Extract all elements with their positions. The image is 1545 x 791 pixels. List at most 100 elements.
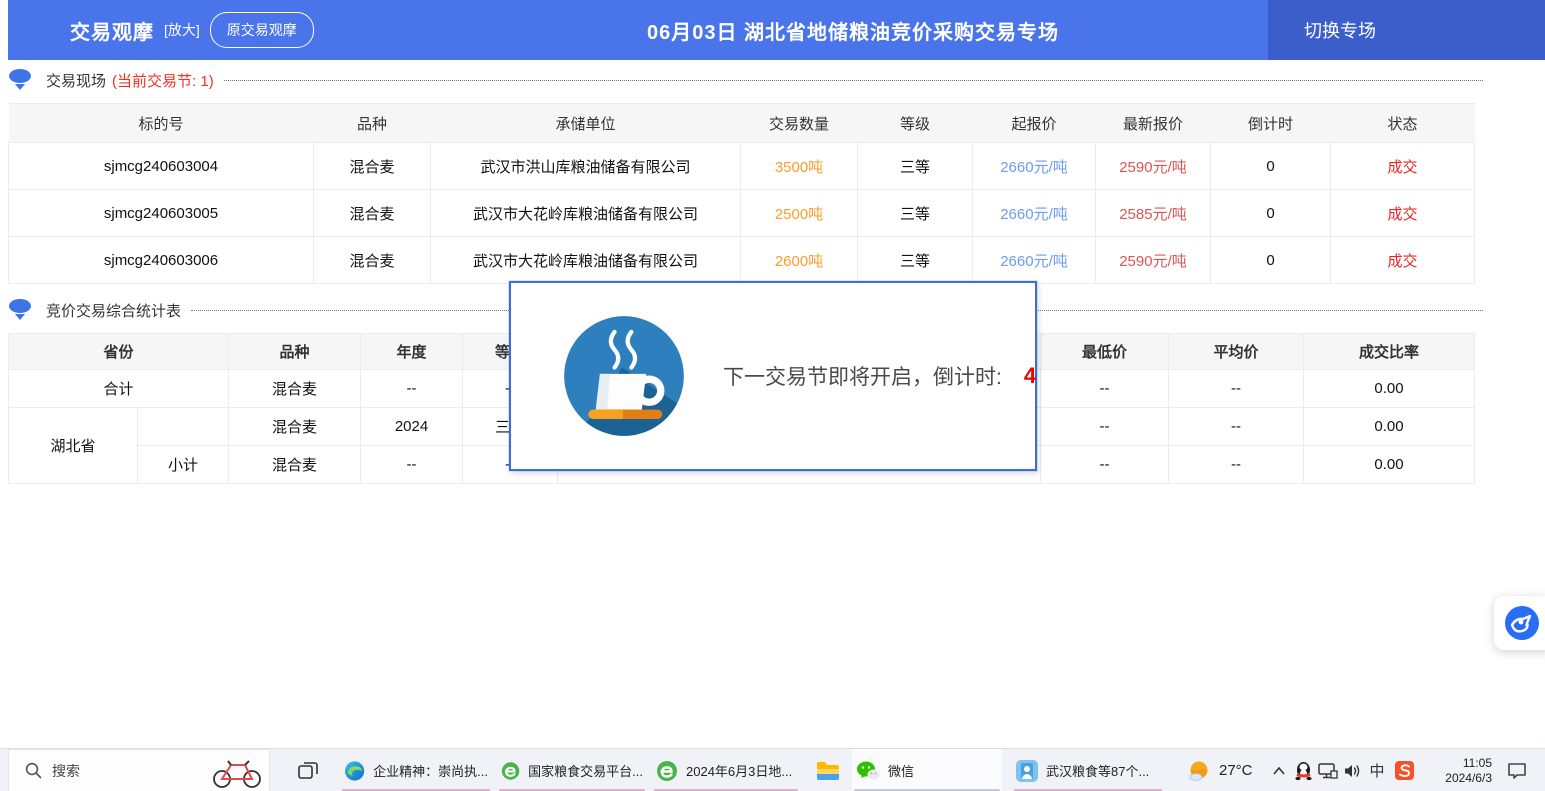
col-variety: 品种: [229, 334, 361, 370]
next-session-modal: 下一交易节即将开启，倒计时: 4: [509, 281, 1037, 471]
province-total: 合计: [9, 370, 229, 408]
tray-qq-icon[interactable]: [1292, 749, 1314, 791]
taskbar-item-edge[interactable]: 企业精神：崇尚执...: [340, 749, 492, 791]
table-row: sjmcg240603006 混合麦 武汉市大花岭库粮油储备有限公司 2600吨…: [9, 237, 1475, 284]
col-latest-price: 最新报价: [1096, 104, 1211, 143]
search-highlight-bicycle-icon[interactable]: [211, 755, 263, 789]
app-header: 交易观摩 [放大] 原交易观摩 06月03日 湖北省地储粮油竞价采购交易专场 切…: [8, 0, 1545, 60]
latest-price: 2590元/吨: [1096, 143, 1211, 190]
deal-ratio: 0.00: [1304, 370, 1475, 408]
col-depot: 承储单位: [431, 104, 741, 143]
countdown: 0: [1211, 143, 1331, 190]
tray-chevron-up-icon[interactable]: [1268, 749, 1290, 791]
grade: 三等: [858, 237, 973, 284]
search-icon: [25, 762, 42, 779]
province-subtotal: 小计: [138, 446, 229, 484]
col-min-price: 最低价: [1041, 334, 1169, 370]
header-left: 交易观摩 [放大] 原交易观摩: [8, 12, 438, 48]
taskbar-search-box[interactable]: 搜索: [8, 749, 270, 791]
live-section-title: 交易现场: [46, 70, 106, 91]
lot-id: sjmcg240603006: [9, 237, 314, 284]
col-countdown: 倒计时: [1211, 104, 1331, 143]
grade: 三等: [858, 143, 973, 190]
province-sub: [138, 408, 229, 446]
table-row: sjmcg240603004 混合麦 武汉市洪山库粮油储备有限公司 3500吨 …: [9, 143, 1475, 190]
switch-session-button[interactable]: 切换专场: [1268, 0, 1545, 60]
live-trading-table: 标的号 品种 承储单位 交易数量 等级 起报价 最新报价 倒计时 状态 sjmc…: [8, 103, 1475, 284]
notification-center-icon[interactable]: [1502, 749, 1532, 791]
year: 2024: [361, 408, 463, 446]
grade: 三等: [858, 190, 973, 237]
col-lot-id: 标的号: [9, 104, 314, 143]
original-view-button[interactable]: 原交易观摩: [210, 12, 314, 48]
clock-time: 11:05: [1420, 756, 1492, 771]
tray-volume-icon[interactable]: [1341, 749, 1365, 791]
col-status: 状态: [1331, 104, 1475, 143]
start-price: 2660元/吨: [973, 237, 1096, 284]
search-input[interactable]: 搜索: [52, 761, 80, 781]
taskbar-clock[interactable]: 11:05 2024/6/3: [1420, 749, 1492, 791]
taskbar: 搜索 企业精神：崇尚执...: [0, 748, 1545, 791]
taskbar-item-wuhan-grain[interactable]: 武汉粮食等87个...: [1012, 749, 1164, 791]
wechat-icon: [856, 760, 880, 782]
modal-countdown-value: 4: [1024, 363, 1036, 389]
start-price: 2660元/吨: [973, 190, 1096, 237]
360-browser-icon: [656, 760, 678, 782]
tray-sogou-icon[interactable]: [1392, 749, 1416, 791]
lot-id: sjmcg240603005: [9, 190, 314, 237]
variety: 混合麦: [314, 237, 431, 284]
page-title: 交易观摩: [70, 16, 154, 45]
task-label: 微信: [888, 761, 914, 780]
province-name: 湖北省: [9, 408, 138, 484]
col-province: 省份: [9, 334, 229, 370]
status-badge: 成交: [1331, 143, 1475, 190]
start-price: 2660元/吨: [973, 143, 1096, 190]
taskbar-item-360-browser-2[interactable]: 2024年6月3日地...: [652, 749, 800, 791]
edge-browser-icon: [344, 760, 365, 782]
zoom-link[interactable]: [放大]: [164, 20, 200, 40]
taskbar-item-360-browser-1[interactable]: 国家粮食交易平台...: [497, 749, 647, 791]
taskbar-item-wechat[interactable]: 微信: [852, 749, 1002, 791]
col-start-price: 起报价: [973, 104, 1096, 143]
modal-message: 下一交易节即将开启，倒计时:: [723, 361, 1002, 391]
variety: 混合麦: [229, 446, 361, 484]
avg-price: --: [1169, 408, 1304, 446]
360-browser-icon: [501, 760, 520, 782]
floating-service-widget[interactable]: [1494, 596, 1545, 650]
avg-price: --: [1169, 370, 1304, 408]
ime-label: 中: [1369, 760, 1384, 781]
dotted-divider: [224, 80, 1483, 81]
weather-widget[interactable]: 27°C: [1183, 749, 1263, 791]
coffee-cup-icon: [561, 313, 687, 439]
clock-date: 2024/6/3: [1420, 771, 1492, 786]
quantity: 2600吨: [741, 237, 858, 284]
countdown: 0: [1211, 190, 1331, 237]
col-variety: 品种: [314, 104, 431, 143]
service-widget-icon: [1504, 605, 1540, 641]
tray-ime-indicator[interactable]: 中: [1366, 749, 1388, 791]
task-label: 2024年6月3日地...: [686, 761, 792, 780]
quantity: 3500吨: [741, 143, 858, 190]
col-year: 年度: [361, 334, 463, 370]
tray-network-display-icon[interactable]: [1316, 749, 1340, 791]
year: --: [361, 446, 463, 484]
deal-ratio: 0.00: [1304, 446, 1475, 484]
latest-price: 2585元/吨: [1096, 190, 1211, 237]
variety: 混合麦: [314, 190, 431, 237]
table-row: sjmcg240603005 混合麦 武汉市大花岭库粮油储备有限公司 2500吨…: [9, 190, 1475, 237]
live-section-header: 交易现场 (当前交易节: 1): [8, 68, 1483, 92]
task-view-icon[interactable]: [292, 749, 324, 791]
status-badge: 成交: [1331, 190, 1475, 237]
variety: 混合麦: [229, 408, 361, 446]
min-price: --: [1041, 370, 1169, 408]
depot: 武汉市大花岭库粮油储备有限公司: [431, 237, 741, 284]
variety: 混合麦: [314, 143, 431, 190]
screen: 交易观摩 [放大] 原交易观摩 06月03日 湖北省地储粮油竞价采购交易专场 切…: [0, 0, 1545, 791]
col-quantity: 交易数量: [741, 104, 858, 143]
min-price: --: [1041, 446, 1169, 484]
contact-app-icon: [1016, 760, 1038, 782]
file-explorer-icon[interactable]: [812, 749, 844, 791]
col-deal-ratio: 成交比率: [1304, 334, 1475, 370]
section-bullet-icon: [8, 299, 32, 321]
lot-id: sjmcg240603004: [9, 143, 314, 190]
